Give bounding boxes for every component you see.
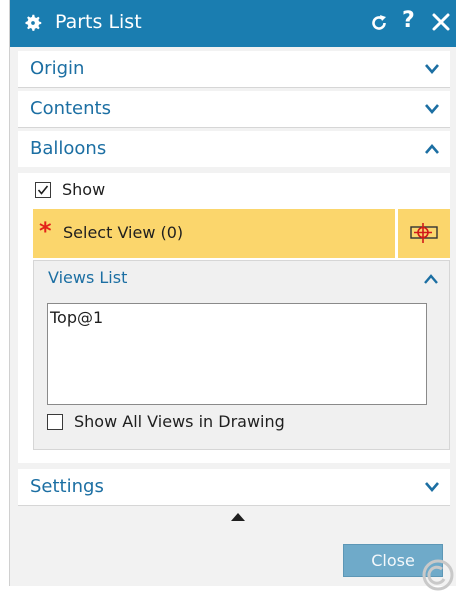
checkmark-icon: [37, 185, 49, 195]
views-listbox[interactable]: Top@1: [47, 303, 427, 405]
show-checkbox[interactable]: [35, 182, 51, 198]
show-all-views-label: Show All Views in Drawing: [74, 412, 285, 431]
chevron-down-icon[interactable]: [424, 481, 440, 493]
group-settings[interactable]: Settings: [18, 469, 450, 506]
divider: [18, 505, 450, 506]
select-view-field[interactable]: * Select View (0): [33, 209, 395, 258]
views-list-panel: Views List Top@1 Show All Views in Drawi…: [33, 260, 450, 450]
group-balloons[interactable]: Balloons: [18, 131, 450, 167]
views-list-header: Views List: [48, 268, 128, 287]
required-star-icon: *: [39, 217, 52, 245]
view-select-crosshair-icon: [410, 223, 438, 243]
collapse-triangle-icon[interactable]: [230, 512, 246, 522]
group-contents-label: Contents: [30, 98, 111, 119]
select-view-label: Select View (0): [63, 223, 184, 242]
chevron-down-icon[interactable]: [424, 63, 440, 75]
group-origin-label: Origin: [30, 58, 85, 79]
group-contents[interactable]: Contents: [18, 91, 450, 128]
list-item[interactable]: Top@1: [50, 308, 103, 327]
parts-list-dialog: Parts List ? Origin Contents Balloons Sh…: [9, 0, 456, 591]
title-bar: Parts List ?: [10, 0, 456, 47]
group-balloons-label: Balloons: [30, 138, 107, 159]
group-settings-label: Settings: [30, 476, 104, 497]
gear-icon: [25, 14, 42, 31]
dialog-title: Parts List: [55, 11, 142, 33]
reset-icon[interactable]: [369, 13, 389, 33]
chevron-up-icon[interactable]: [424, 143, 440, 155]
show-checkbox-label: Show: [62, 180, 106, 199]
chevron-down-icon[interactable]: [424, 103, 440, 115]
show-all-views-checkbox[interactable]: [47, 414, 63, 430]
select-view-row[interactable]: * Select View (0): [33, 209, 450, 258]
help-button[interactable]: ?: [402, 8, 415, 33]
close-x-icon[interactable]: [431, 12, 451, 32]
view-picker-button[interactable]: [398, 209, 450, 258]
watermark-logo-icon: [422, 559, 454, 591]
chevron-up-icon[interactable]: [423, 273, 439, 285]
group-origin[interactable]: Origin: [18, 51, 450, 88]
